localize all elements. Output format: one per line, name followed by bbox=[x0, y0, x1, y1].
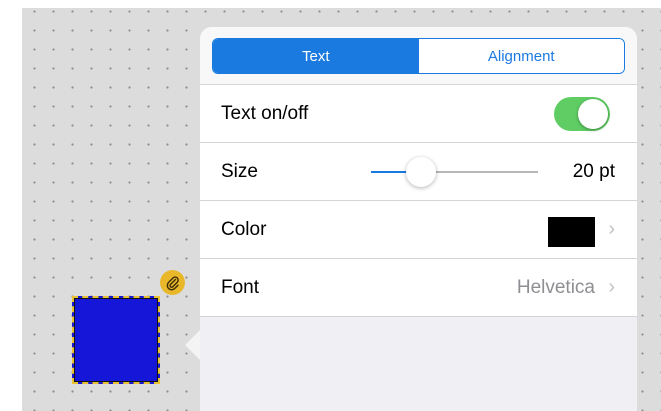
font-value: Helvetica bbox=[516, 276, 595, 298]
text-toggle-label: Text on/off bbox=[221, 102, 309, 124]
size-row: Size 20 pt bbox=[200, 143, 637, 201]
segmented-control: Text Alignment bbox=[212, 38, 625, 74]
left-edge bbox=[0, 0, 22, 411]
chevron-right-icon: › bbox=[608, 276, 615, 298]
size-slider-knob[interactable] bbox=[406, 157, 437, 187]
toggle-knob bbox=[578, 99, 608, 129]
paperclip-icon bbox=[166, 275, 179, 290]
segmented-control-bar: Text Alignment bbox=[200, 27, 637, 85]
color-swatch[interactable] bbox=[548, 217, 595, 247]
size-label: Size bbox=[221, 160, 258, 182]
link-badge[interactable] bbox=[160, 270, 185, 295]
tab-alignment[interactable]: Alignment bbox=[418, 39, 624, 73]
settings-list: Text on/off Size 20 pt Color › Font Helv… bbox=[200, 85, 637, 317]
chevron-right-icon: › bbox=[608, 218, 615, 240]
text-toggle-row: Text on/off bbox=[200, 85, 637, 143]
font-row[interactable]: Font Helvetica › bbox=[200, 259, 637, 317]
color-label: Color bbox=[221, 218, 267, 240]
selected-shape[interactable] bbox=[72, 296, 160, 384]
font-label: Font bbox=[221, 276, 260, 298]
text-toggle-switch[interactable] bbox=[554, 97, 610, 131]
text-inspector-popover: Text Alignment Text on/off Size 20 pt Co… bbox=[200, 27, 637, 411]
color-row[interactable]: Color › bbox=[200, 201, 637, 259]
tab-text[interactable]: Text bbox=[213, 39, 419, 73]
size-slider[interactable] bbox=[371, 157, 538, 187]
top-edge bbox=[0, 0, 661, 8]
size-value: 20 pt bbox=[572, 160, 615, 182]
